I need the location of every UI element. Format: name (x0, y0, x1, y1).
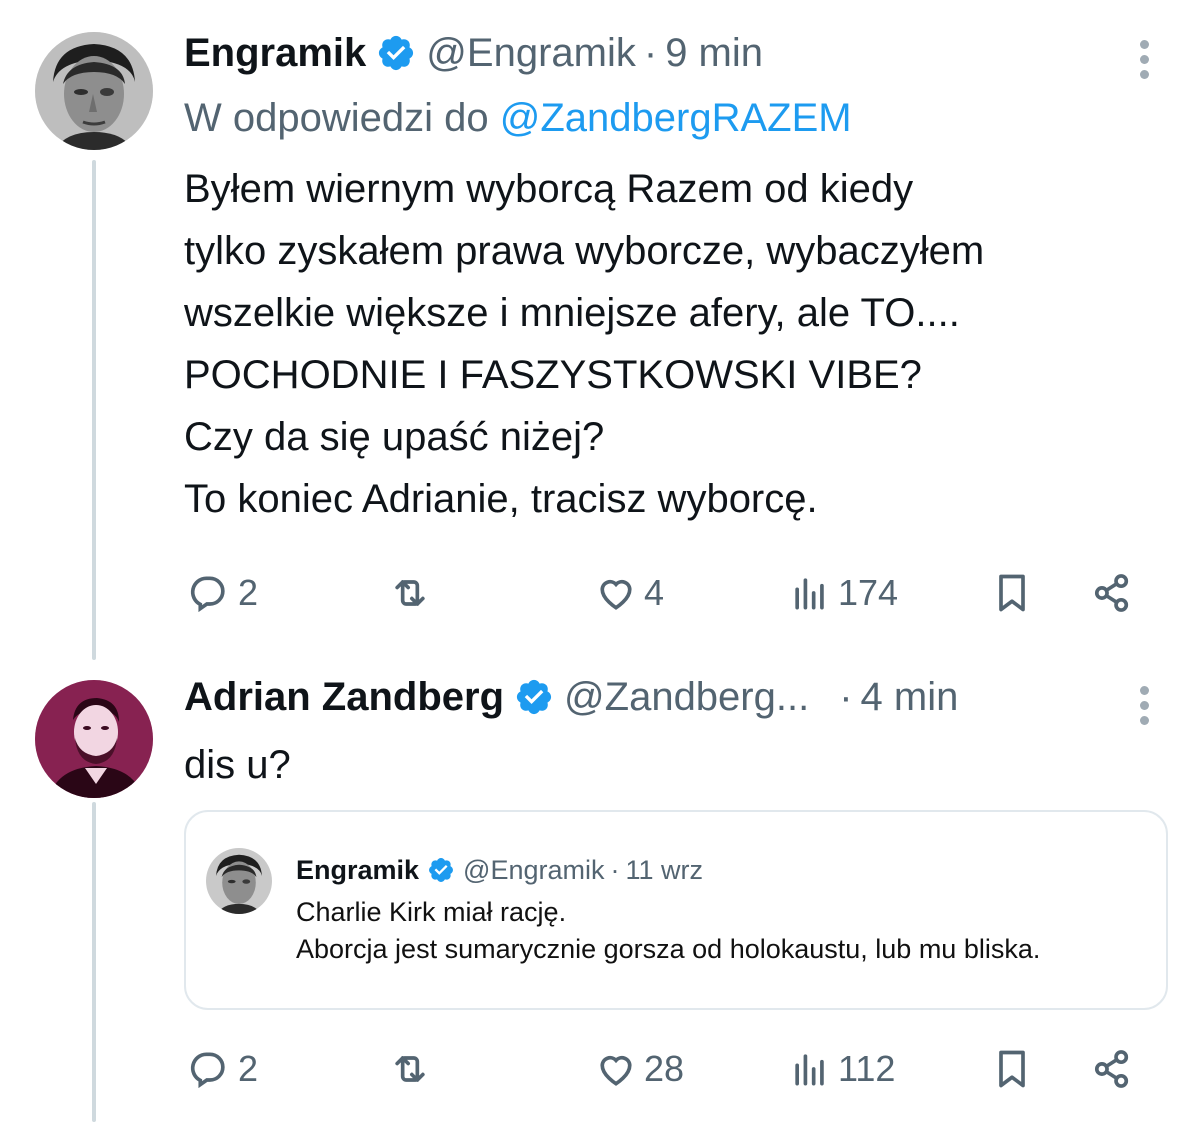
avatar-engramik[interactable] (35, 32, 153, 150)
timestamp[interactable]: 4 min (861, 675, 959, 720)
retweet-button[interactable] (388, 568, 438, 618)
reply-button[interactable]: 2 (188, 1044, 258, 1094)
bookmark-button[interactable] (990, 1044, 1034, 1094)
share-icon (1094, 1050, 1129, 1088)
avatar-zandberg[interactable] (35, 680, 153, 798)
like-button[interactable]: 4 (594, 568, 664, 618)
action-bar: 2 28 112 (188, 1044, 1148, 1094)
timestamp[interactable]: 9 min (665, 31, 763, 76)
separator: · (839, 674, 853, 719)
verified-badge-icon (379, 35, 414, 71)
retweet-icon (395, 1056, 425, 1082)
separator: · (610, 854, 620, 885)
quoted-tweet-text: Charlie Kirk miał rację. Aborcja jest su… (296, 897, 1041, 964)
like-count: 28 (644, 1048, 685, 1089)
author-handle[interactable]: @Engramik (426, 31, 636, 76)
views-count: 112 (838, 1048, 896, 1089)
views-button[interactable]: 112 (788, 1044, 895, 1094)
quoted-author-name: Engramik (296, 854, 420, 885)
retweet-button[interactable] (388, 1044, 438, 1094)
tweet-header: Engramik @Engramik · 9 min (184, 28, 763, 78)
verified-badge-icon (429, 858, 454, 882)
separator: · (643, 30, 658, 75)
reply-icon (190, 1052, 225, 1089)
author-name[interactable]: Engramik (184, 31, 366, 76)
share-button[interactable] (1090, 1044, 1134, 1094)
more-icon[interactable] (1140, 40, 1154, 85)
reply-to-prefix: W odpowiedzi do (184, 96, 489, 140)
like-button[interactable]: 28 (594, 1044, 684, 1094)
verified-badge-icon (516, 679, 552, 715)
tweet-text: dis u? (184, 743, 291, 787)
reply-to-mention[interactable]: @ZandbergRAZEM (500, 96, 852, 140)
share-button[interactable] (1090, 568, 1134, 618)
tweet-text: Byłem wiernym wyborcą Razem od kiedy tyl… (184, 167, 985, 521)
author-handle[interactable]: @Zandberg... (564, 675, 809, 720)
share-icon (1094, 574, 1129, 612)
views-icon (795, 578, 824, 610)
reply-count: 2 (238, 572, 259, 613)
action-bar: 2 4 174 (188, 568, 1148, 618)
reply-icon (190, 576, 225, 613)
more-icon[interactable] (1140, 686, 1154, 731)
bookmark-icon (999, 1050, 1025, 1088)
views-count: 174 (838, 572, 899, 613)
bookmark-button[interactable] (990, 568, 1034, 618)
quoted-avatar-engramik (206, 848, 272, 914)
like-icon (600, 579, 632, 610)
tweet-engramik[interactable]: Engramik @Engramik · 9 min W odpowiedzi … (0, 0, 1200, 650)
quoted-tweet-card[interactable]: Engramik @Engramik · 11 wrz Charlie Kirk… (184, 810, 1168, 1010)
reply-count: 2 (238, 1048, 259, 1089)
like-icon (600, 1055, 632, 1086)
quoted-header: Engramik @Engramik · 11 wrz (296, 850, 703, 890)
like-count: 4 (644, 572, 665, 613)
quoted-timestamp: 11 wrz (625, 854, 704, 885)
views-button[interactable]: 174 (788, 568, 898, 618)
reply-to-line: W odpowiedzi do @ZandbergRAZEM (184, 96, 852, 141)
reply-button[interactable]: 2 (188, 568, 258, 618)
quoted-author-handle: @Engramik (463, 854, 605, 885)
views-icon (795, 1054, 824, 1086)
author-name[interactable]: Adrian Zandberg (184, 675, 504, 720)
tweet-header: Adrian Zandberg @Zandberg... · 4 min (184, 672, 958, 722)
bookmark-icon (999, 574, 1025, 612)
retweet-icon (395, 580, 425, 606)
